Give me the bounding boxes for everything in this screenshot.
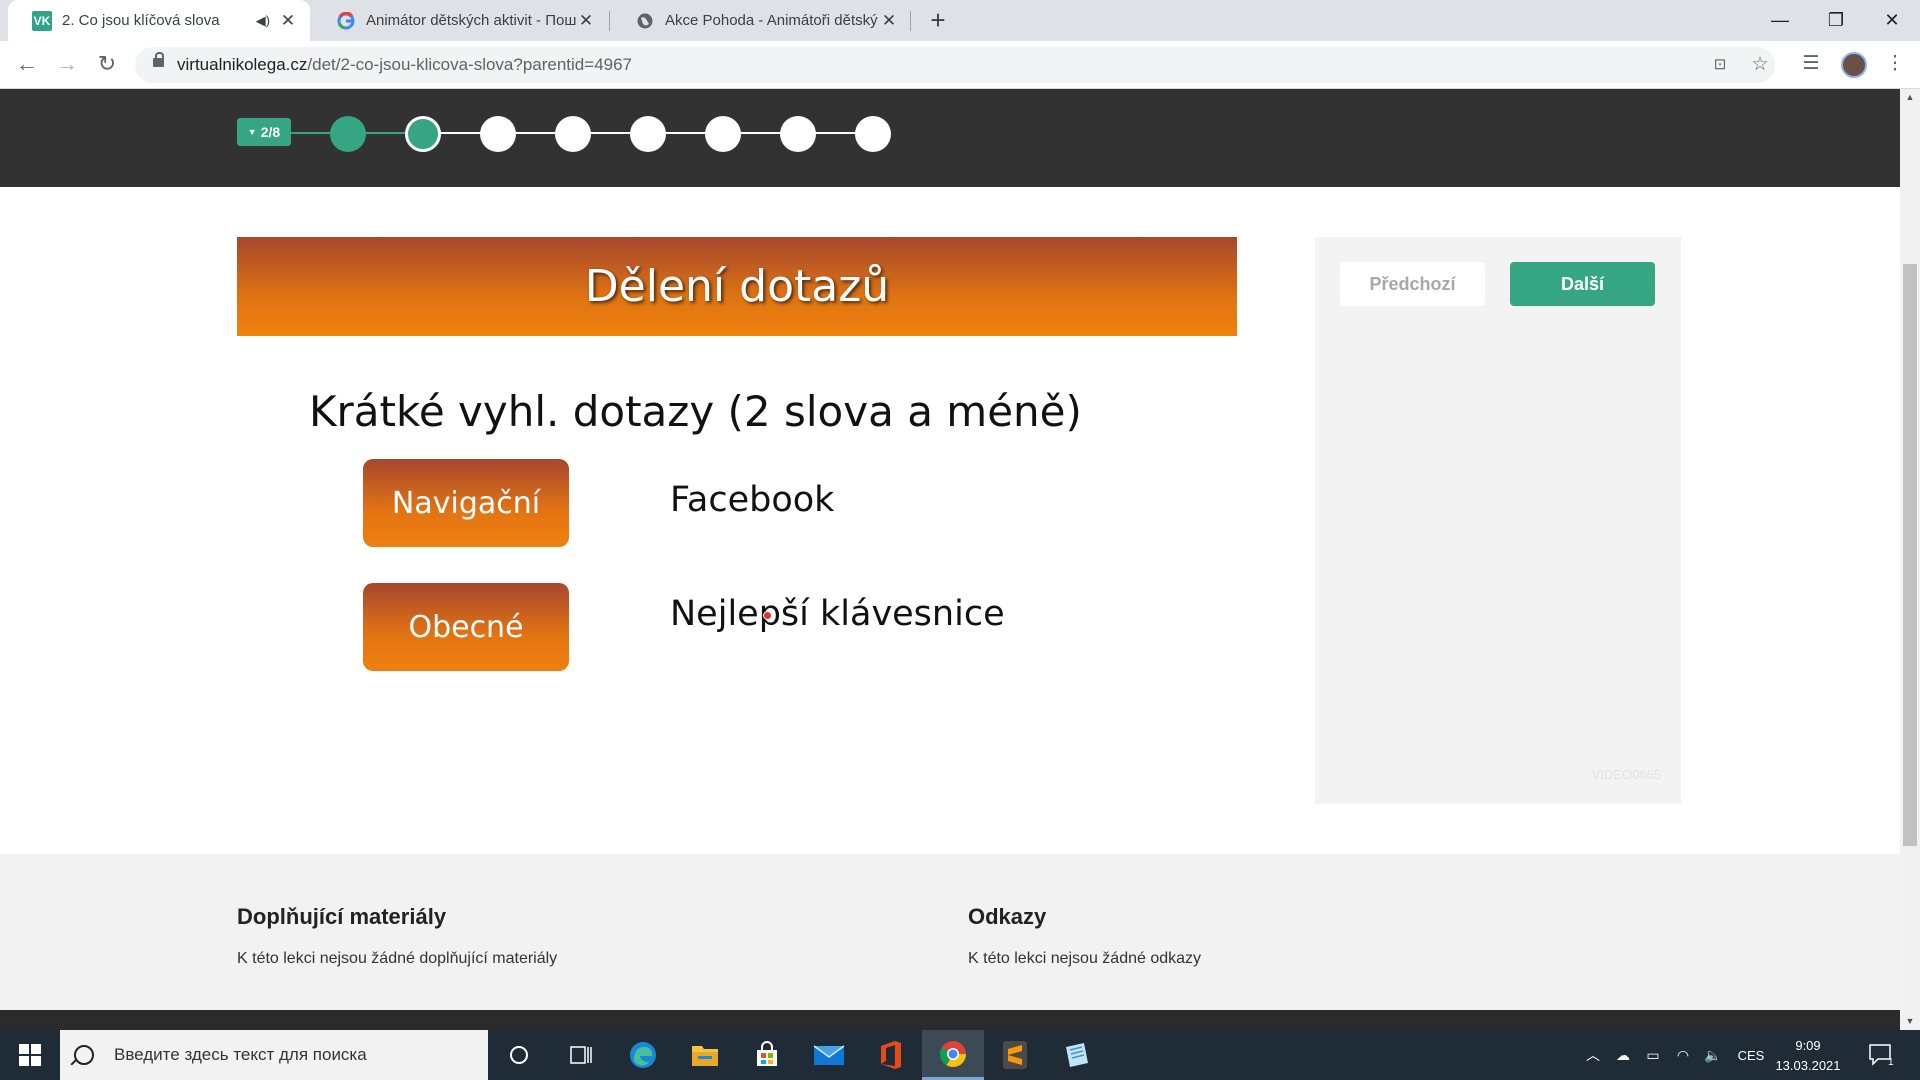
microsoft-store-icon[interactable]	[736, 1030, 798, 1080]
progress-badge[interactable]: ▼ 2/8	[237, 118, 291, 146]
volume-icon[interactable]: 🔈	[1698, 1047, 1728, 1064]
example-facebook: Facebook	[670, 480, 835, 520]
materials-heading: Doplňující materiály	[237, 904, 447, 929]
step-8[interactable]	[855, 116, 891, 152]
forward-icon[interactable]: →	[52, 49, 82, 79]
windows-logo-icon	[19, 1044, 41, 1066]
page-content: ▼ 2/8 Dělení dotazů Krátké vyhl. dotazy (…	[0, 89, 1900, 1030]
bookmark-star-icon[interactable]: ☆	[1747, 52, 1773, 78]
tab-co-jsou-klicova-slova[interactable]: VK 2. Co jsou klíčová slova ◀) ✕	[8, 0, 310, 41]
clock-date: 13.03.2021	[1775, 1058, 1841, 1073]
tab-separator	[609, 11, 610, 31]
url-text[interactable]: virtualnikolega.cz/det/2-co-jsou-klicova…	[177, 47, 632, 83]
materials-section: Doplňující materiály K této lekci nejsou…	[237, 904, 557, 968]
tab-animator-detskych-aktivit[interactable]: Animátor dětských aktivit - Пошу ✕	[312, 0, 608, 41]
file-explorer-icon[interactable]	[674, 1030, 736, 1080]
caret-down-icon: ▼	[247, 127, 257, 137]
taskbar-clock[interactable]: 9:09 13.03.2021	[1760, 1036, 1856, 1076]
lesson-progress-bar: ▼ 2/8	[0, 89, 1900, 187]
search-icon	[74, 1045, 94, 1065]
close-tab-icon[interactable]: ✕	[278, 11, 298, 31]
close-tab-icon[interactable]: ✕	[576, 11, 596, 31]
clock-time: 9:09	[1795, 1038, 1821, 1053]
notification-count: 1	[1888, 1056, 1894, 1068]
lesson-footer: Doplňující materiály K této lekci nejsou…	[0, 854, 1900, 1030]
browser-tab-strip: VK 2. Co jsou klíčová slova ◀) ✕ Animáto…	[0, 0, 1920, 41]
new-tab-icon[interactable]: +	[923, 6, 953, 36]
vk-favicon-icon: VK	[32, 10, 52, 31]
links-text: K této lekci nejsou žádné odkazy	[968, 950, 1202, 967]
mail-icon[interactable]	[798, 1030, 860, 1080]
cortana-icon[interactable]	[488, 1030, 550, 1080]
category-navigacni: Navigační	[363, 459, 569, 547]
slide-header: Dělení dotazů	[237, 237, 1237, 336]
restore-icon[interactable]: ❐	[1808, 0, 1864, 41]
minimize-icon[interactable]: —	[1752, 0, 1808, 41]
edge-icon[interactable]	[612, 1030, 674, 1080]
slide-title: Dělení dotazů	[584, 261, 890, 312]
reload-icon[interactable]: ↻	[92, 49, 122, 79]
task-view-icon[interactable]	[550, 1030, 612, 1080]
step-5[interactable]	[630, 116, 666, 152]
next-button[interactable]: Další	[1510, 262, 1655, 306]
example-nejlepsi-klavesnice: Nejlepší klávesnice	[670, 594, 1005, 634]
video-code: VIDEO0665	[1591, 767, 1661, 782]
links-section: Odkazy K této lekci nejsou žádné odkazy	[968, 904, 1201, 968]
tab-title: 2. Co jsou klíčová slova	[62, 12, 220, 29]
step-4[interactable]	[555, 116, 591, 152]
google-favicon-icon	[336, 11, 356, 31]
close-tab-icon[interactable]: ✕	[879, 11, 899, 31]
step-7[interactable]	[780, 116, 816, 152]
step-6[interactable]	[705, 116, 741, 152]
system-tray: ︿ ☁ ▭ ◠ 🔈 CES	[1578, 1030, 1774, 1080]
menu-kebab-icon[interactable]: ⋮	[1882, 51, 1908, 77]
battery-icon[interactable]: ▭	[1638, 1047, 1668, 1064]
back-icon[interactable]: ←	[12, 49, 42, 79]
sublime-text-icon[interactable]	[984, 1030, 1046, 1080]
office-icon[interactable]	[860, 1030, 922, 1080]
address-bar[interactable]: virtualnikolega.cz/det/2-co-jsou-klicova…	[135, 47, 1775, 83]
translate-icon[interactable]: ⊡	[1707, 52, 1733, 78]
tab-akce-pohoda[interactable]: Akce Pohoda - Animátoři dětský ✕	[611, 0, 911, 41]
materials-text: K této lekci nejsou žádné doplňující mat…	[237, 950, 558, 967]
scrollbar-thumb[interactable]	[1903, 264, 1917, 846]
globe-favicon-icon	[635, 11, 655, 31]
media-queue-icon[interactable]: ☰	[1798, 51, 1824, 77]
scroll-up-icon[interactable]: ▲	[1900, 89, 1920, 106]
previous-button[interactable]: Předchozí	[1340, 262, 1485, 306]
video-slide[interactable]: Dělení dotazů Krátké vyhl. dotazy (2 slo…	[237, 237, 1237, 892]
wifi-icon[interactable]: ◠	[1668, 1047, 1698, 1064]
browser-toolbar: ← → ↻ virtualnikolega.cz/det/2-co-jsou-k…	[0, 41, 1920, 89]
onedrive-cloud-icon[interactable]: ☁	[1608, 1047, 1638, 1064]
taskbar-search-box[interactable]: Введите здесь текст для поиска	[60, 1030, 488, 1080]
step-2[interactable]	[405, 116, 441, 152]
links-heading: Odkazy	[968, 904, 1047, 929]
speaker-icon[interactable]: ◀)	[256, 13, 270, 29]
tab-title: Animátor dětských aktivit - Пошу	[366, 12, 576, 29]
windows-start-button[interactable]	[0, 1030, 60, 1080]
tab-title: Akce Pohoda - Animátoři dětský	[665, 12, 878, 29]
tray-chevron-up-icon[interactable]: ︿	[1578, 1045, 1608, 1065]
step-3[interactable]	[480, 116, 516, 152]
notes-app-icon[interactable]	[1046, 1030, 1108, 1080]
category-obecne: Obecné	[363, 583, 569, 671]
lock-icon	[153, 52, 164, 67]
side-panel: Předchozí Další VIDEO0665	[1315, 237, 1681, 804]
close-window-icon[interactable]: ✕	[1864, 0, 1920, 41]
search-placeholder: Введите здесь текст для поиска	[114, 1045, 367, 1064]
mouse-cursor-dot	[763, 611, 772, 620]
chrome-icon[interactable]	[922, 1030, 984, 1080]
tab-separator	[910, 11, 911, 31]
scroll-down-icon[interactable]: ▼	[1900, 1013, 1920, 1030]
slide-subtitle: Krátké vyhl. dotazy (2 slova a méně)	[309, 387, 1082, 436]
page-scrollbar[interactable]: ▲ ▼	[1900, 89, 1920, 1030]
notification-center-icon[interactable]: 1	[1868, 1030, 1894, 1080]
page-bottom-bar	[0, 1010, 1900, 1030]
step-1[interactable]	[330, 116, 366, 152]
windows-taskbar: Введите здесь текст для поиска ︿ ☁ ▭ ◠ 🔈…	[0, 1030, 1920, 1080]
profile-avatar[interactable]	[1841, 52, 1867, 78]
